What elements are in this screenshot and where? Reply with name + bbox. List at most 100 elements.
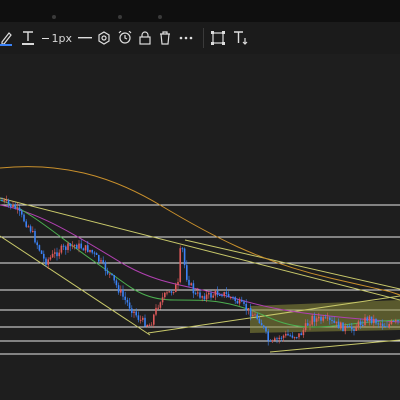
trash-icon[interactable] bbox=[158, 28, 172, 48]
candle-body bbox=[45, 258, 47, 265]
line-style-icon[interactable] bbox=[78, 28, 92, 48]
visual-order-icon[interactable] bbox=[210, 28, 226, 48]
highlight-zone[interactable] bbox=[250, 300, 400, 333]
candle-body bbox=[56, 252, 58, 257]
candle-body bbox=[82, 248, 85, 251]
candle-body bbox=[285, 333, 287, 336]
candle-body bbox=[14, 204, 16, 209]
candle-body bbox=[51, 253, 54, 258]
candle-body bbox=[395, 320, 397, 322]
candle-body bbox=[326, 317, 329, 319]
candle-body bbox=[98, 255, 100, 262]
lock-icon[interactable] bbox=[138, 28, 152, 48]
line-width-sample bbox=[42, 37, 49, 39]
candle-body bbox=[5, 200, 8, 202]
candle-body bbox=[34, 230, 36, 243]
candle-body bbox=[340, 322, 342, 329]
candle-body bbox=[208, 292, 210, 295]
candle-body bbox=[148, 324, 151, 326]
candle-body bbox=[181, 248, 184, 250]
candle-body bbox=[199, 292, 201, 298]
candle-body bbox=[172, 292, 175, 294]
candle-body bbox=[113, 274, 115, 281]
candle-body bbox=[351, 326, 353, 330]
candle-body bbox=[186, 265, 188, 280]
candle-body bbox=[73, 244, 76, 246]
candle-body bbox=[342, 322, 344, 332]
candle-body bbox=[102, 260, 104, 263]
candle-body bbox=[12, 204, 14, 208]
settings-icon[interactable] bbox=[96, 28, 112, 48]
candle-body bbox=[227, 293, 230, 298]
candle-body bbox=[392, 320, 395, 322]
candle-body bbox=[320, 316, 322, 321]
price-chart[interactable] bbox=[0, 54, 400, 400]
candle-body bbox=[49, 257, 52, 260]
candle-body bbox=[381, 323, 384, 327]
candle-body bbox=[159, 302, 162, 308]
candle-body bbox=[311, 315, 313, 325]
candle-body bbox=[335, 321, 338, 323]
candle-body bbox=[36, 242, 38, 246]
candle-body bbox=[287, 333, 289, 336]
candle-body bbox=[38, 245, 41, 251]
candle-body bbox=[188, 279, 190, 286]
candle-body bbox=[333, 320, 335, 323]
trend-line[interactable] bbox=[0, 197, 400, 301]
candle-body bbox=[142, 317, 144, 320]
trend-line[interactable] bbox=[184, 239, 400, 290]
candle-body bbox=[276, 338, 278, 340]
drag-handle-dot bbox=[52, 15, 56, 19]
candle-body bbox=[337, 321, 340, 329]
drag-handle-dot bbox=[118, 15, 122, 19]
more-icon[interactable] bbox=[178, 28, 194, 48]
candle-body bbox=[65, 246, 67, 250]
candle-body bbox=[166, 292, 168, 294]
candle-body bbox=[3, 200, 5, 202]
candle-body bbox=[304, 323, 307, 331]
candle-body bbox=[366, 317, 368, 321]
candle-body bbox=[260, 323, 263, 326]
candle-body bbox=[192, 283, 195, 294]
candle-body bbox=[234, 297, 236, 302]
line-width-selector[interactable]: 1px bbox=[42, 28, 72, 48]
candle-body bbox=[249, 308, 252, 317]
candle-body bbox=[197, 292, 199, 294]
candle-body bbox=[307, 323, 309, 326]
candle-body bbox=[313, 315, 316, 322]
candle-body bbox=[177, 282, 179, 285]
candle-body bbox=[390, 320, 393, 324]
candle-body bbox=[87, 245, 89, 252]
candle-body bbox=[203, 296, 206, 300]
candle-body bbox=[278, 337, 280, 340]
candlestick-series bbox=[1, 195, 399, 346]
candle-body bbox=[137, 315, 140, 320]
trend-line[interactable] bbox=[269, 339, 400, 353]
pencil-icon[interactable] bbox=[0, 28, 14, 48]
candle-body bbox=[355, 327, 357, 331]
candle-body bbox=[256, 314, 258, 319]
candle-body bbox=[170, 291, 173, 293]
text-tool-icon[interactable] bbox=[232, 28, 250, 48]
candle-body bbox=[205, 294, 208, 300]
candle-body bbox=[62, 245, 65, 247]
candle-body bbox=[324, 317, 327, 319]
text-color-icon[interactable] bbox=[20, 28, 36, 48]
candle-body bbox=[293, 337, 296, 339]
candle-body bbox=[219, 294, 221, 296]
candle-body bbox=[128, 302, 131, 309]
candle-body bbox=[80, 243, 82, 249]
candle-body bbox=[7, 200, 10, 204]
candle-body bbox=[265, 327, 267, 332]
candle-body bbox=[318, 316, 320, 319]
candle-body bbox=[32, 230, 34, 232]
candle-body bbox=[133, 311, 135, 313]
alert-icon[interactable] bbox=[117, 28, 133, 48]
candle-body bbox=[370, 316, 373, 324]
candle-body bbox=[104, 262, 107, 271]
candle-body bbox=[144, 317, 146, 327]
candle-body bbox=[331, 319, 333, 321]
candle-body bbox=[230, 297, 232, 299]
candle-body bbox=[247, 308, 250, 311]
candle-body bbox=[155, 307, 157, 315]
